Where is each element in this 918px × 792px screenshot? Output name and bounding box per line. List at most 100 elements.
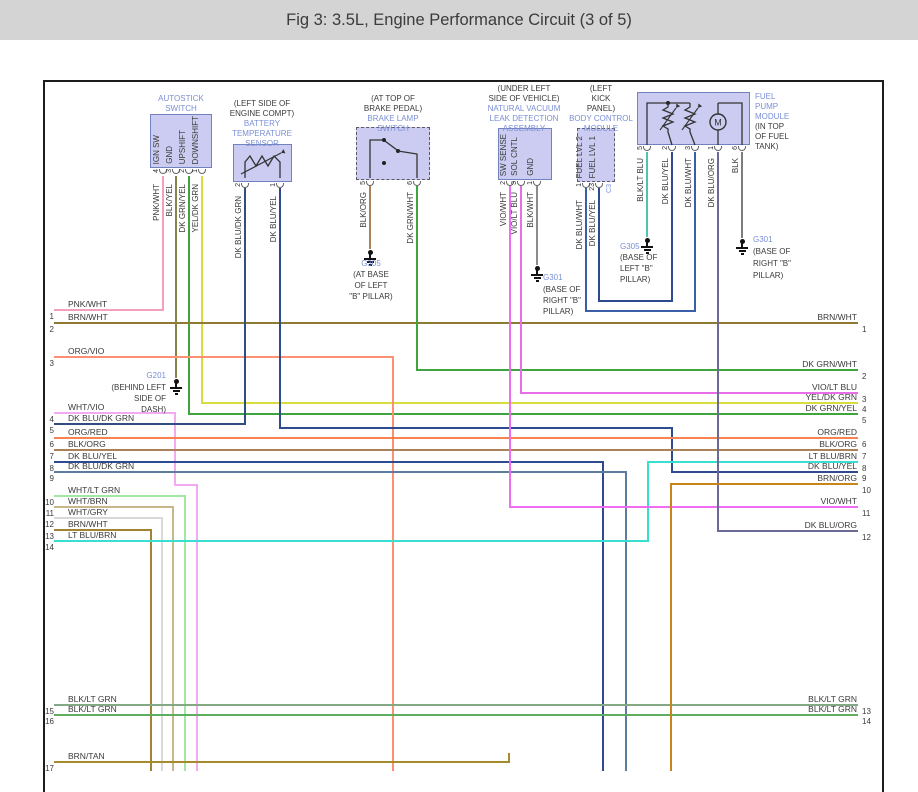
row-label-left: WHT/BRN bbox=[68, 496, 108, 506]
ground-label-g305_pump: (BASE OF bbox=[620, 253, 658, 262]
wire-label-autostick: YEL/DK GRN bbox=[191, 184, 200, 233]
row-label-left: WHT/VIO bbox=[68, 402, 105, 412]
wire-dk_blu_wht bbox=[585, 188, 587, 312]
row-label-left: BLK/LT GRN bbox=[68, 704, 117, 714]
ground-label-g305_brake: OF LEFT bbox=[354, 281, 388, 290]
wire-label-brake: BLK/ORG bbox=[359, 192, 368, 228]
pin-pump-number: 3 bbox=[685, 146, 692, 150]
wire-lt_blu_brn bbox=[54, 540, 649, 542]
pin-label-nvld: SW SENSE bbox=[499, 133, 508, 176]
wire-label-pump: BLK bbox=[731, 158, 740, 174]
pin-bts-number: 1 bbox=[270, 183, 277, 187]
wire-dk_blu_yel bbox=[598, 300, 673, 302]
row-label-right: DK GRN/WHT bbox=[802, 359, 857, 369]
wire-dk_blu_dk_grn2 bbox=[625, 471, 627, 771]
ground-label-g301_pump: (BASE OF bbox=[753, 247, 791, 256]
ground-icon bbox=[535, 280, 539, 282]
row-number-left: 15 bbox=[45, 707, 54, 716]
row-number-right: 6 bbox=[862, 440, 867, 449]
label-fuel-pump-module: PUMP bbox=[755, 102, 779, 111]
wire-label-pump: DK BLU/WHT bbox=[684, 158, 693, 208]
pin-label-autostick: DOWNSHIFT bbox=[191, 115, 200, 164]
pin-label-autostick: UPSHIFT bbox=[178, 129, 187, 164]
wire-dk_blu_org bbox=[717, 530, 858, 532]
row-number-right: 11 bbox=[862, 509, 871, 518]
row-label-right: YEL/DK GRN bbox=[805, 392, 858, 402]
pin-label-bcm: FUEL LVL 1 bbox=[588, 135, 597, 178]
pin-pump-number: 2 bbox=[662, 146, 669, 150]
row-label-left: WHT/LT GRN bbox=[68, 485, 121, 495]
wire-dk_grn_wht bbox=[416, 369, 858, 371]
row-label-right: LT BLU/BRN bbox=[808, 451, 857, 461]
wire-dk_grn_wht bbox=[416, 186, 418, 371]
row-label-left: LT BLU/BRN bbox=[68, 530, 117, 540]
row-label-right: VIO/LT BLU bbox=[811, 382, 857, 392]
row-label-left: BLK/LT GRN bbox=[68, 694, 117, 704]
row-number-left: 7 bbox=[49, 452, 54, 461]
row-number-right: 4 bbox=[862, 405, 867, 414]
label-brake-lamp-switch: BRAKE LAMP bbox=[367, 114, 419, 123]
connector-c3-label: C3 bbox=[606, 184, 613, 193]
label-fuel-pump-module: MODULE bbox=[755, 112, 790, 121]
pin-autostick-number: 2 bbox=[179, 169, 186, 173]
label-fuel-pump-location: TANK) bbox=[755, 142, 779, 151]
row-number-right: 8 bbox=[862, 464, 867, 473]
row-label-left: BRN/WHT bbox=[68, 312, 108, 322]
row-number-left: 8 bbox=[49, 464, 54, 473]
row-number-left: 14 bbox=[45, 543, 54, 552]
pin-autostick-number: 1 bbox=[192, 169, 199, 173]
wire-label-pump: DK BLU/YEL bbox=[661, 158, 670, 205]
row-number-right: 1 bbox=[862, 325, 867, 334]
ground-icon bbox=[531, 274, 543, 276]
ground-label-g301_nvld: PILLAR) bbox=[543, 307, 574, 316]
wire-wht_vio bbox=[174, 484, 198, 486]
wire-label-pump: BLK/LT BLU bbox=[636, 158, 645, 202]
label-battery-temp-sensor: BATTERY bbox=[243, 119, 281, 128]
row-number-right: 14 bbox=[862, 717, 871, 726]
row-label-left: PNK/WHT bbox=[68, 299, 108, 309]
ground-label-g305_pump: LEFT "B" bbox=[620, 264, 653, 273]
pin-label-autostick: IGN SW bbox=[152, 134, 161, 164]
wire-dk_blu_dk_grn bbox=[244, 188, 246, 425]
row-number-right: 5 bbox=[862, 416, 867, 425]
label-fuel-pump-location: OF FUEL bbox=[755, 132, 789, 141]
ground-icon bbox=[641, 246, 653, 248]
ground-icon bbox=[174, 393, 178, 395]
row-label-left: BRN/TAN bbox=[68, 751, 105, 761]
wire-vio_lt_blu bbox=[520, 186, 522, 394]
row-label-left: DK BLU/DK GRN bbox=[68, 461, 135, 471]
wire-vio_wht bbox=[509, 506, 858, 508]
wire-label-nvld: VIO/WHT bbox=[499, 192, 508, 227]
wire-blk_lt_grn2 bbox=[54, 714, 858, 716]
wire-dk_blu_wht bbox=[694, 152, 696, 312]
wire-label-autostick: DK GRN/YEL bbox=[178, 184, 187, 233]
row-number-left: 10 bbox=[45, 498, 54, 507]
wire-dk_blu_dk_grn2 bbox=[54, 471, 627, 473]
wire-dk_blu_yel bbox=[54, 461, 604, 463]
label-battery-temp-sensor: TEMPERATURE bbox=[232, 129, 292, 138]
row-number-left: 13 bbox=[45, 532, 54, 541]
wire-dk_grn_yel bbox=[188, 413, 858, 415]
row-label-left: DK BLU/DK GRN bbox=[68, 413, 135, 423]
switch-icon bbox=[369, 138, 418, 178]
wire-pnk_wht bbox=[162, 176, 164, 311]
row-number-left: 17 bbox=[45, 764, 54, 773]
ground-label-g301_pump: PILLAR) bbox=[753, 271, 784, 280]
pin-label-autostick: GND bbox=[165, 146, 174, 164]
pin-label-nvld: SOL CNTL bbox=[510, 137, 519, 176]
row-label-left: BLK/ORG bbox=[68, 439, 106, 449]
ground-id-g301_pump: G301 bbox=[753, 235, 773, 244]
pin-label-nvld: GND bbox=[526, 158, 535, 176]
wire-brn_org bbox=[670, 483, 858, 485]
wire-wht_brn bbox=[172, 506, 174, 771]
row-label-right: BLK/LT GRN bbox=[808, 694, 857, 704]
ground-icon bbox=[643, 249, 651, 251]
row-number-left: 12 bbox=[45, 520, 54, 529]
label-fuel-pump-location: (IN TOP bbox=[755, 122, 785, 131]
wire-lt_blu_brn bbox=[647, 461, 649, 542]
wire-wht_lt_grn bbox=[184, 495, 186, 771]
ground-icon bbox=[740, 253, 744, 255]
row-number-right: 2 bbox=[862, 372, 867, 381]
label-battery-sensor-location: ENGINE COMPT) bbox=[229, 109, 295, 118]
row-label-left: ORG/VIO bbox=[68, 346, 105, 356]
